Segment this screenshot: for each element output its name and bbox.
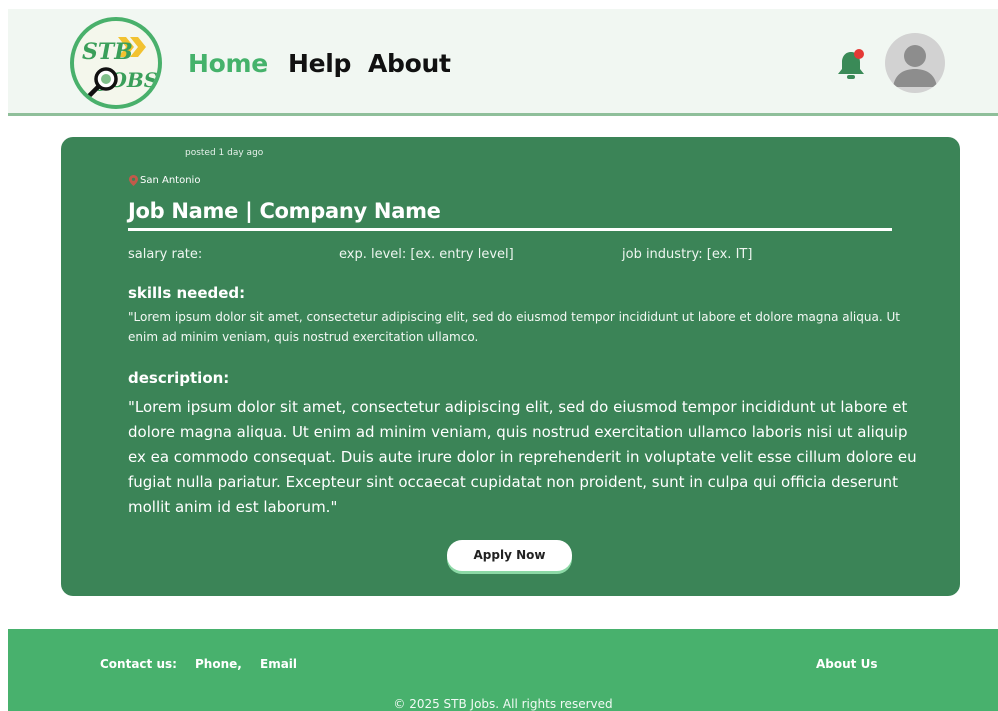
experience-level: exp. level: [ex. entry level] xyxy=(339,247,514,262)
copyright-text: © 2025 STB Jobs. All rights reserved xyxy=(393,697,613,711)
apply-now-button[interactable]: Apply Now xyxy=(447,540,572,571)
top-header: STB JOBS Home Help About xyxy=(8,9,998,116)
contact-label: Contact us: xyxy=(100,657,177,671)
stb-jobs-logo[interactable]: STB JOBS xyxy=(70,17,162,109)
notification-bell-icon[interactable] xyxy=(835,48,867,82)
description-heading: description: xyxy=(128,369,230,387)
site-footer: Contact us: Phone, Email About Us © 2025… xyxy=(8,629,998,711)
title-divider xyxy=(128,228,892,231)
footer-phone-link[interactable]: Phone, xyxy=(195,657,242,671)
footer-email-link[interactable]: Email xyxy=(260,657,297,671)
nav-home-link[interactable]: Home xyxy=(188,49,268,78)
nav-about-link[interactable]: About xyxy=(368,49,451,78)
footer-about-us-link[interactable]: About Us xyxy=(816,657,877,671)
user-avatar[interactable] xyxy=(885,33,945,93)
logo-graphic: STB JOBS xyxy=(82,37,158,102)
logo-text-stb: STB xyxy=(82,39,133,65)
nav-help-link[interactable]: Help xyxy=(288,49,351,78)
job-title: Job Name | Company Name xyxy=(128,199,441,223)
description-text: "Lorem ipsum dolor sit amet, consectetur… xyxy=(128,398,917,516)
notification-badge xyxy=(854,49,864,59)
salary-rate: salary rate: xyxy=(128,247,203,262)
skills-heading: skills needed: xyxy=(128,284,246,302)
skills-text: "Lorem ipsum dolor sit amet, consectetur… xyxy=(128,310,900,344)
location-pin-icon xyxy=(129,175,138,186)
job-location: San Antonio xyxy=(129,175,200,186)
job-industry: job industry: [ex. IT] xyxy=(622,247,753,262)
job-card: posted 1 day ago San Antonio Job Name | … xyxy=(61,137,960,596)
location-text: San Antonio xyxy=(140,175,201,186)
posted-time: posted 1 day ago xyxy=(185,148,264,158)
